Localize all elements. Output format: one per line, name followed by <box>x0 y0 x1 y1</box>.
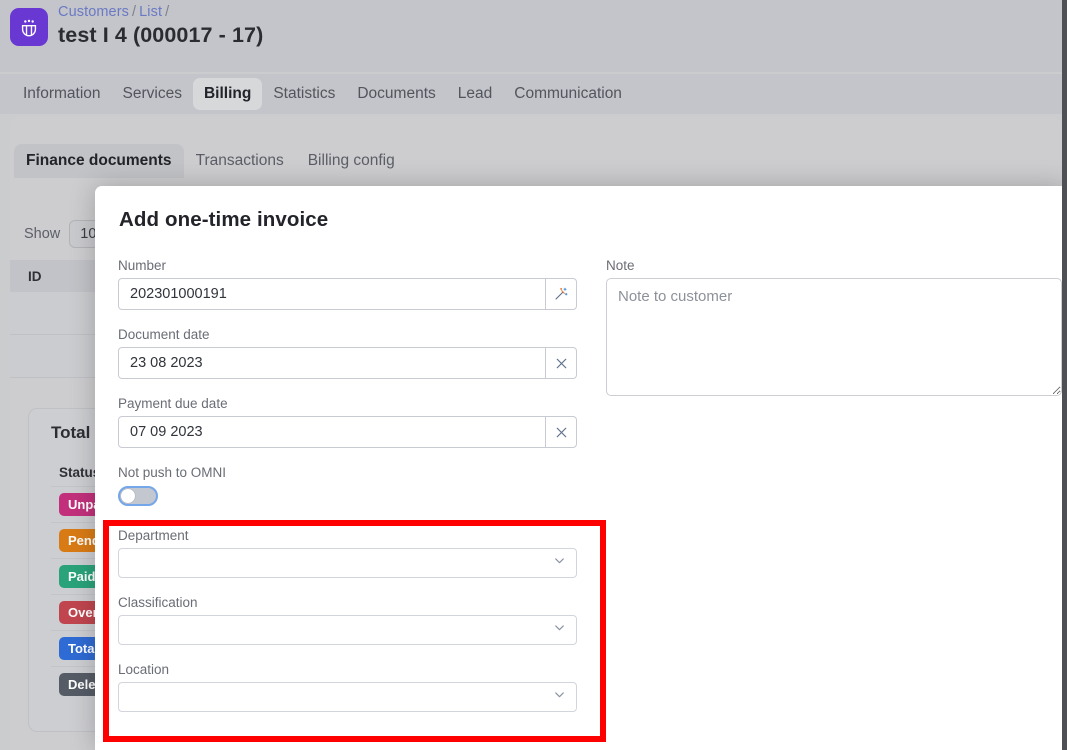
nav-tab-services[interactable]: Services <box>112 78 193 110</box>
department-label: Department <box>118 528 189 543</box>
document-date-label: Document date <box>118 327 210 342</box>
document-date-input[interactable] <box>118 347 546 379</box>
clear-x-icon[interactable] <box>546 347 577 379</box>
breadcrumb-link-list[interactable]: List <box>139 4 162 20</box>
main-nav-tabs: Information Services Billing Statistics … <box>0 74 1062 114</box>
breadcrumb-separator-2: / <box>165 4 170 20</box>
nav-tab-billing[interactable]: Billing <box>192 78 263 110</box>
nav-tab-information[interactable]: Information <box>12 78 112 110</box>
magic-wand-icon[interactable] <box>546 278 577 310</box>
sub-tab-billing-config[interactable]: Billing config <box>296 144 407 178</box>
classification-field-group: Classification <box>118 595 577 645</box>
number-label: Number <box>118 258 167 273</box>
window-right-edge <box>1062 0 1067 750</box>
add-one-time-invoice-dialog: Add one-time invoice Number 202301000191… <box>95 186 1067 750</box>
not-push-to-omni-toggle[interactable] <box>118 486 158 506</box>
breadcrumb-separator-1: / <box>132 4 137 20</box>
nav-tab-documents[interactable]: Documents <box>346 78 446 110</box>
not-push-to-omni-group: Not push to OMNI <box>118 465 577 506</box>
sub-tab-transactions[interactable]: Transactions <box>184 144 296 178</box>
nav-tab-statistics[interactable]: Statistics <box>262 78 346 110</box>
chevron-down-icon <box>552 553 567 573</box>
dialog-title: Add one-time invoice <box>119 208 329 231</box>
dialog-right-column: Note <box>606 258 1062 418</box>
toggle-knob <box>121 489 135 503</box>
not-push-to-omni-label: Not push to OMNI <box>118 465 227 480</box>
department-select[interactable] <box>118 548 577 578</box>
location-field-group: Location <box>118 662 577 712</box>
location-select[interactable] <box>118 682 577 712</box>
breadcrumb-link-customers[interactable]: Customers <box>58 4 129 20</box>
screen: Customers / List / test I 4 (000017 - 17) I… <box>0 0 1067 750</box>
chevron-down-icon <box>552 687 567 707</box>
sub-tab-finance-documents[interactable]: Finance documents <box>14 144 184 178</box>
document-date-input-wrap <box>118 347 577 379</box>
dialog-left-column: Number Document da <box>118 258 577 729</box>
number-input-wrap <box>118 278 577 310</box>
clear-x-icon[interactable] <box>546 416 577 448</box>
show-label: Show <box>24 226 61 242</box>
page-title: test I 4 (000017 - 17) <box>58 23 264 47</box>
payment-due-date-input[interactable] <box>118 416 546 448</box>
document-date-field-group: Document date <box>118 327 577 379</box>
customers-group-icon <box>10 8 48 46</box>
classification-label: Classification <box>118 595 198 610</box>
chevron-down-icon <box>552 620 567 640</box>
number-input[interactable] <box>118 278 546 310</box>
department-field-group: Department <box>118 528 577 578</box>
breadcrumb: Customers / List / <box>58 4 172 20</box>
note-label: Note <box>606 258 635 273</box>
note-textarea[interactable] <box>606 278 1062 396</box>
payment-due-date-input-wrap <box>118 416 577 448</box>
table-column-id: ID <box>28 268 42 284</box>
location-label: Location <box>118 662 170 677</box>
app-header: Customers / List / test I 4 (000017 - 17) <box>0 0 1062 72</box>
note-field-group: Note <box>606 258 1062 401</box>
number-field-group: Number <box>118 258 577 310</box>
billing-sub-tabs: Finance documents Transactions Billing c… <box>14 144 407 178</box>
nav-tab-lead[interactable]: Lead <box>447 78 503 110</box>
payment-due-date-label: Payment due date <box>118 396 228 411</box>
payment-due-date-field-group: Payment due date <box>118 396 577 448</box>
nav-tab-communication[interactable]: Communication <box>503 78 633 110</box>
classification-select[interactable] <box>118 615 577 645</box>
